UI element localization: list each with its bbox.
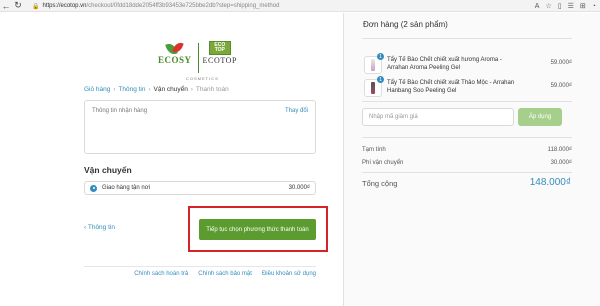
product-name: Tẩy Tế Bào Chết chiết xuất Thảo Mộc - Ar… (387, 80, 515, 94)
product-price: 59.000₫ (550, 83, 572, 89)
subtotal-label: Tạm tính (362, 147, 386, 153)
apply-coupon-button[interactable]: Áp dụng (518, 108, 562, 126)
product-name: Tẩy Tế Bào Chết chiết xuất hương Aroma -… (387, 57, 502, 71)
logo-divider (197, 43, 199, 73)
breadcrumb-shipping: Vận chuyển (153, 86, 188, 93)
breadcrumb-cart[interactable]: Giỏ hàng (84, 86, 110, 93)
product-item: 1 Tẩy Tế Bào Chết chiết xuất hương Aroma… (362, 53, 572, 78)
continue-to-payment-button[interactable]: Tiếp tục chọn phương thức thanh toán (199, 219, 316, 240)
tube-image-icon (371, 82, 375, 94)
shipping-method-price: 30.000₫ (288, 185, 310, 191)
split-screen-icon[interactable]: ▯ (558, 2, 562, 10)
divider (362, 137, 572, 138)
back-to-info-link[interactable]: ‹ Thông tin (84, 224, 115, 231)
browser-toolbar: ← ↻ 🔒 https://ecotop.vn /checkout/0fdd18… (0, 0, 600, 12)
breadcrumb-separator: › (113, 86, 116, 93)
logo-ecosy-text: ECOSY (158, 55, 192, 65)
url-path: /checkout/0fdd18dde2054ff3b93453e725bbe2… (86, 3, 280, 9)
subtotal-row: Tạm tính 118.000₫ (362, 147, 572, 153)
address-bar[interactable]: 🔒 https://ecotop.vn /checkout/0fdd18dde2… (32, 1, 492, 11)
tube-image-icon (371, 59, 375, 71)
privacy-policy-link[interactable]: Chính sách bảo mật (198, 271, 252, 277)
ecotop-badge: ECO TOP (208, 41, 231, 55)
lock-icon: 🔒 (32, 3, 40, 10)
refund-policy-link[interactable]: Chính sách hoàn trả (134, 271, 188, 277)
refresh-icon[interactable]: ↻ (12, 0, 24, 12)
change-address-link[interactable]: Thay đổi (285, 108, 308, 114)
terms-of-use-link[interactable]: Điều khoản sử dụng (262, 271, 316, 277)
breadcrumb-payment: Thanh toán (195, 86, 229, 93)
divider (362, 172, 572, 173)
shipping-fee-value: 30.000₫ (550, 160, 572, 166)
leaf-logo-icon (165, 41, 185, 55)
product-price: 59.000₫ (550, 60, 572, 66)
url-host: https://ecotop.vn (42, 3, 87, 9)
total-label: Tổng cộng (362, 179, 398, 188)
checkout-main: ECOSY ECO TOP ECOTOP COSMETICS Giỏ hàng … (0, 13, 343, 306)
breadcrumb-separator: › (190, 86, 193, 93)
favorite-star-icon[interactable]: ☆ (545, 2, 551, 10)
total-value: 148.000₫ (529, 177, 571, 188)
read-aloud-icon[interactable]: A (535, 3, 540, 10)
collections-icon[interactable]: ⊞ (580, 2, 586, 10)
quantity-badge: 1 (377, 76, 384, 83)
order-summary-title: Đơn hàng (2 sản phẩm) (363, 20, 448, 29)
divider (362, 38, 572, 39)
footer-links: Chính sách hoàn trả Chính sách bảo mật Đ… (134, 271, 316, 277)
product-item: 1 Tẩy Tế Bào Chết chiết xuất Thảo Mộc - … (362, 76, 572, 101)
shipping-radio[interactable] (90, 184, 97, 192)
logo-tagline: COSMETICS (186, 76, 219, 81)
logo-ecotop-text: ECOTOP (202, 56, 238, 65)
shipping-section-title: Vận chuyển (84, 165, 132, 175)
shipping-address-box: Thông tin nhận hàng Thay đổi (84, 100, 316, 154)
shipping-method-name: Giao hàng tận nơi (102, 185, 150, 191)
subtotal-value: 118.000₫ (547, 147, 572, 153)
footer-divider (84, 266, 316, 267)
order-summary: Đơn hàng (2 sản phẩm) 1 Tẩy Tế Bào Chết … (343, 13, 600, 306)
breadcrumb-separator: › (148, 86, 151, 93)
back-arrow-icon[interactable]: ← (0, 0, 12, 12)
quantity-badge: 1 (377, 53, 384, 60)
breadcrumb-info[interactable]: Thông tin (118, 86, 145, 93)
shipping-address-label: Thông tin nhận hàng (92, 108, 148, 114)
shipping-method-option[interactable]: Giao hàng tận nơi 30.000₫ (84, 181, 316, 195)
coupon-code-input[interactable]: Nhập mã giảm giá (362, 108, 514, 126)
divider (362, 101, 572, 102)
shipping-fee-row: Phí vận chuyển 30.000₫ (362, 160, 572, 166)
profile-icon[interactable]: ◔ (592, 3, 596, 10)
favorites-list-icon[interactable]: ☰ (568, 2, 574, 10)
shipping-fee-label: Phí vận chuyển (362, 160, 404, 166)
breadcrumb: Giỏ hàng › Thông tin › Vận chuyển › Than… (84, 86, 229, 93)
